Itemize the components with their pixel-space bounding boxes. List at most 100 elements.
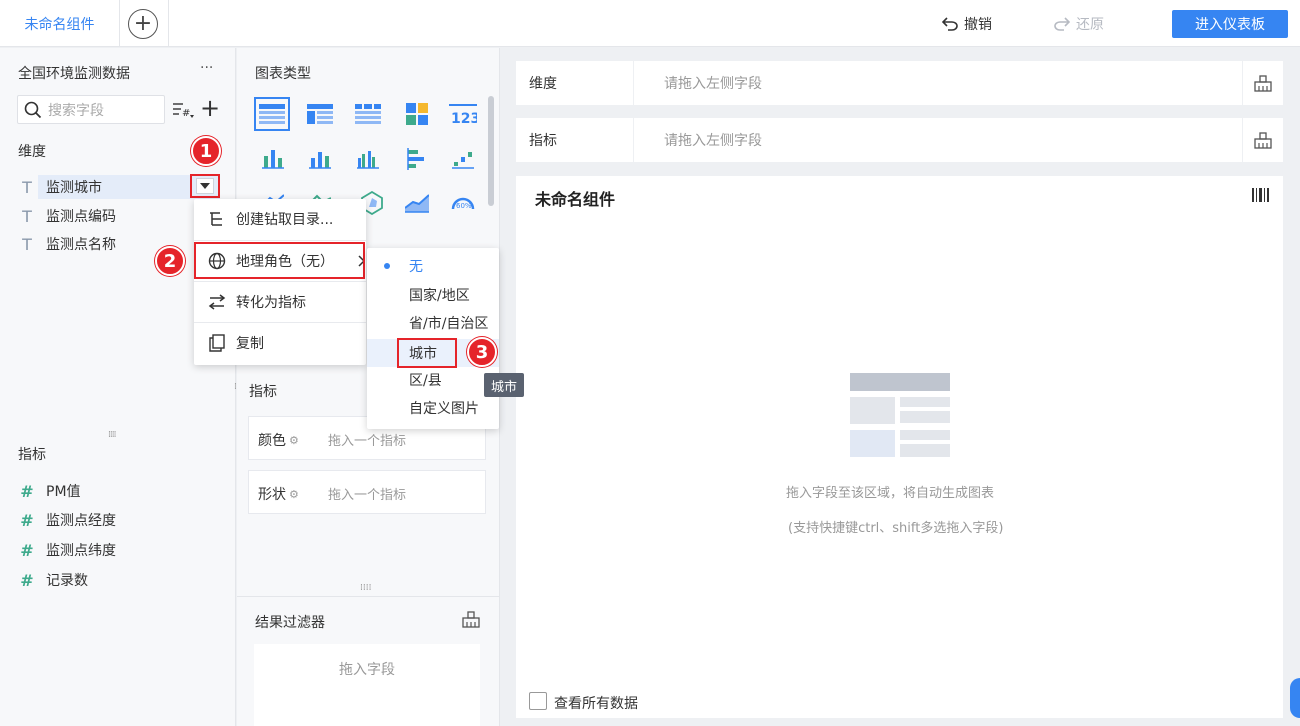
bar-chart-icon[interactable] — [400, 146, 434, 172]
cross-table-icon[interactable] — [303, 101, 337, 127]
dimension-drop-zone[interactable]: 维度 请拖入左侧字段 — [516, 61, 1283, 105]
kpi-number-icon[interactable]: 123 — [446, 101, 480, 127]
table-chart-icon[interactable] — [254, 97, 290, 131]
computed-number-type-icon: # — [20, 570, 34, 590]
dataset-title: 全国环境监测数据 — [18, 66, 130, 82]
view-all-label: 查看所有数据 — [554, 696, 638, 712]
filter-settings-icon[interactable] — [462, 610, 480, 632]
detail-table-icon[interactable] — [351, 101, 385, 127]
grouped-column-icon[interactable] — [351, 146, 385, 172]
svg-text:60%: 60% — [456, 202, 472, 210]
search-input[interactable]: 搜索字段 — [17, 95, 165, 124]
tab-divider — [168, 0, 169, 47]
chart-type-title: 图表类型 — [255, 66, 311, 82]
trend-area-icon[interactable] — [400, 190, 434, 216]
tooltip: 城市 — [484, 373, 524, 397]
measure-field-label: PM值 — [46, 484, 81, 500]
tab-unnamed-component[interactable]: 未命名组件 — [0, 0, 120, 47]
help-float-button[interactable] — [1290, 678, 1300, 718]
filter-hint: 拖入字段 — [339, 662, 395, 678]
measure-field-label: 监测点经度 — [46, 513, 116, 529]
enter-dashboard-button[interactable]: 进入仪表板 — [1172, 10, 1288, 38]
dimension-field[interactable]: T 监测点名称 — [18, 232, 116, 256]
menu-item-copy[interactable]: 复制 — [194, 323, 366, 363]
menu-item-create-drill[interactable]: 创建钻取目录... — [194, 199, 366, 239]
colorful-blocks-icon[interactable] — [400, 101, 434, 127]
geo-option-none[interactable]: 无 — [367, 252, 499, 280]
color-label-text: 颜色 — [258, 433, 286, 449]
menu-item-convert-measure[interactable]: 转化为指标 — [194, 282, 366, 322]
geo-option-district[interactable]: 区/县 — [367, 366, 499, 394]
redo-button[interactable]: 还原 — [1054, 12, 1104, 36]
dimension-drop-label: 维度 — [516, 61, 634, 105]
plus-icon: + — [133, 11, 153, 36]
search-icon — [24, 101, 42, 118]
measure-field[interactable]: # PM值 — [18, 479, 81, 503]
chart-type-scrollbar[interactable] — [488, 96, 494, 206]
undo-icon — [942, 17, 958, 31]
step-badge-2: 2 — [155, 246, 185, 276]
measure-field-label: 监测点纬度 — [46, 543, 116, 559]
dimension-field-label: 监测点名称 — [46, 237, 116, 253]
undo-label: 撤销 — [964, 17, 992, 33]
undo-button[interactable]: 撤销 — [942, 12, 992, 36]
add-field-icon[interactable]: + — [200, 96, 220, 120]
dimension-section-title: 维度 — [18, 144, 46, 160]
measure-field-label: 记录数 — [46, 573, 88, 589]
measure-field[interactable]: # 记录数 — [18, 568, 88, 592]
measure-field[interactable]: # 监测点经度 — [18, 508, 116, 532]
step-3-highlight — [397, 338, 457, 368]
search-placeholder: 搜索字段 — [48, 102, 104, 119]
copy-icon — [209, 334, 225, 352]
column-chart-icon[interactable] — [303, 146, 337, 172]
dimension-field[interactable]: T 监测城市 — [18, 175, 102, 199]
shape-label: 形状 ⚙ — [258, 484, 299, 504]
dimension-settings-icon[interactable] — [1254, 74, 1272, 96]
measure-drop-zone[interactable]: 指标 请拖入左侧字段 — [516, 118, 1283, 162]
geo-option-country[interactable]: 国家/地区 — [367, 281, 499, 309]
more-icon[interactable]: ··· — [200, 60, 213, 76]
divider — [237, 596, 500, 597]
drag-handle-icon[interactable]: ⁞ — [234, 382, 237, 392]
shape-hint: 拖入一个指标 — [328, 488, 407, 503]
filter-drop-zone[interactable] — [254, 644, 480, 726]
empty-hint-primary: 拖入字段至该区域，将自动生成图表 — [786, 486, 995, 501]
dimension-drop-hint: 请拖入左侧字段 — [664, 76, 762, 92]
step-badge-3: 3 — [467, 337, 497, 367]
swap-icon — [208, 294, 226, 310]
gear-icon[interactable]: ⚙ — [289, 434, 299, 447]
color-hint: 拖入一个指标 — [328, 434, 407, 449]
svg-text:123: 123 — [451, 111, 477, 125]
geo-option-province[interactable]: 省/市/自治区 — [367, 309, 499, 337]
view-all-checkbox[interactable] — [529, 692, 547, 710]
add-tab-button[interactable]: + — [128, 9, 158, 39]
text-type-icon: T — [22, 234, 32, 254]
dimension-field[interactable]: T 监测点编码 — [18, 204, 116, 228]
step-badge-1: 1 — [191, 136, 221, 166]
step-2-highlight — [194, 242, 365, 279]
svg-text:#: # — [182, 108, 190, 119]
field-settings-icon[interactable]: # — [172, 100, 196, 124]
menu-item-label: 创建钻取目录... — [236, 212, 334, 228]
text-type-icon: T — [22, 206, 32, 226]
splitter-handle[interactable]: ⁞⁞⁞⁞ — [108, 430, 117, 440]
splitter-handle[interactable]: ⁞⁞⁞⁞ — [360, 583, 371, 593]
redo-icon — [1054, 17, 1070, 31]
field-dropdown-button[interactable] — [196, 178, 214, 194]
stacked-bar-icon[interactable] — [256, 146, 290, 172]
gauge-chart-icon[interactable]: 60% — [446, 190, 480, 216]
measure-settings-icon[interactable] — [1254, 131, 1272, 153]
empty-hint-secondary: (支持快捷键ctrl、shift多选拖入字段) — [788, 521, 1004, 536]
measure-shelf-title: 指标 — [249, 384, 277, 400]
barcode-icon[interactable] — [1252, 188, 1270, 206]
shape-label-text: 形状 — [258, 487, 286, 503]
empty-chart-illustration — [850, 373, 950, 461]
measure-field[interactable]: # 监测点纬度 — [18, 538, 116, 562]
waterfall-chart-icon[interactable] — [446, 146, 480, 172]
gear-icon[interactable]: ⚙ — [289, 488, 299, 501]
caret-down-icon — [200, 183, 210, 189]
text-type-icon: T — [22, 177, 32, 197]
geo-option-custom-image[interactable]: 自定义图片 — [367, 394, 499, 422]
number-type-icon: # — [20, 510, 34, 530]
component-title[interactable]: 未命名组件 — [535, 186, 615, 210]
